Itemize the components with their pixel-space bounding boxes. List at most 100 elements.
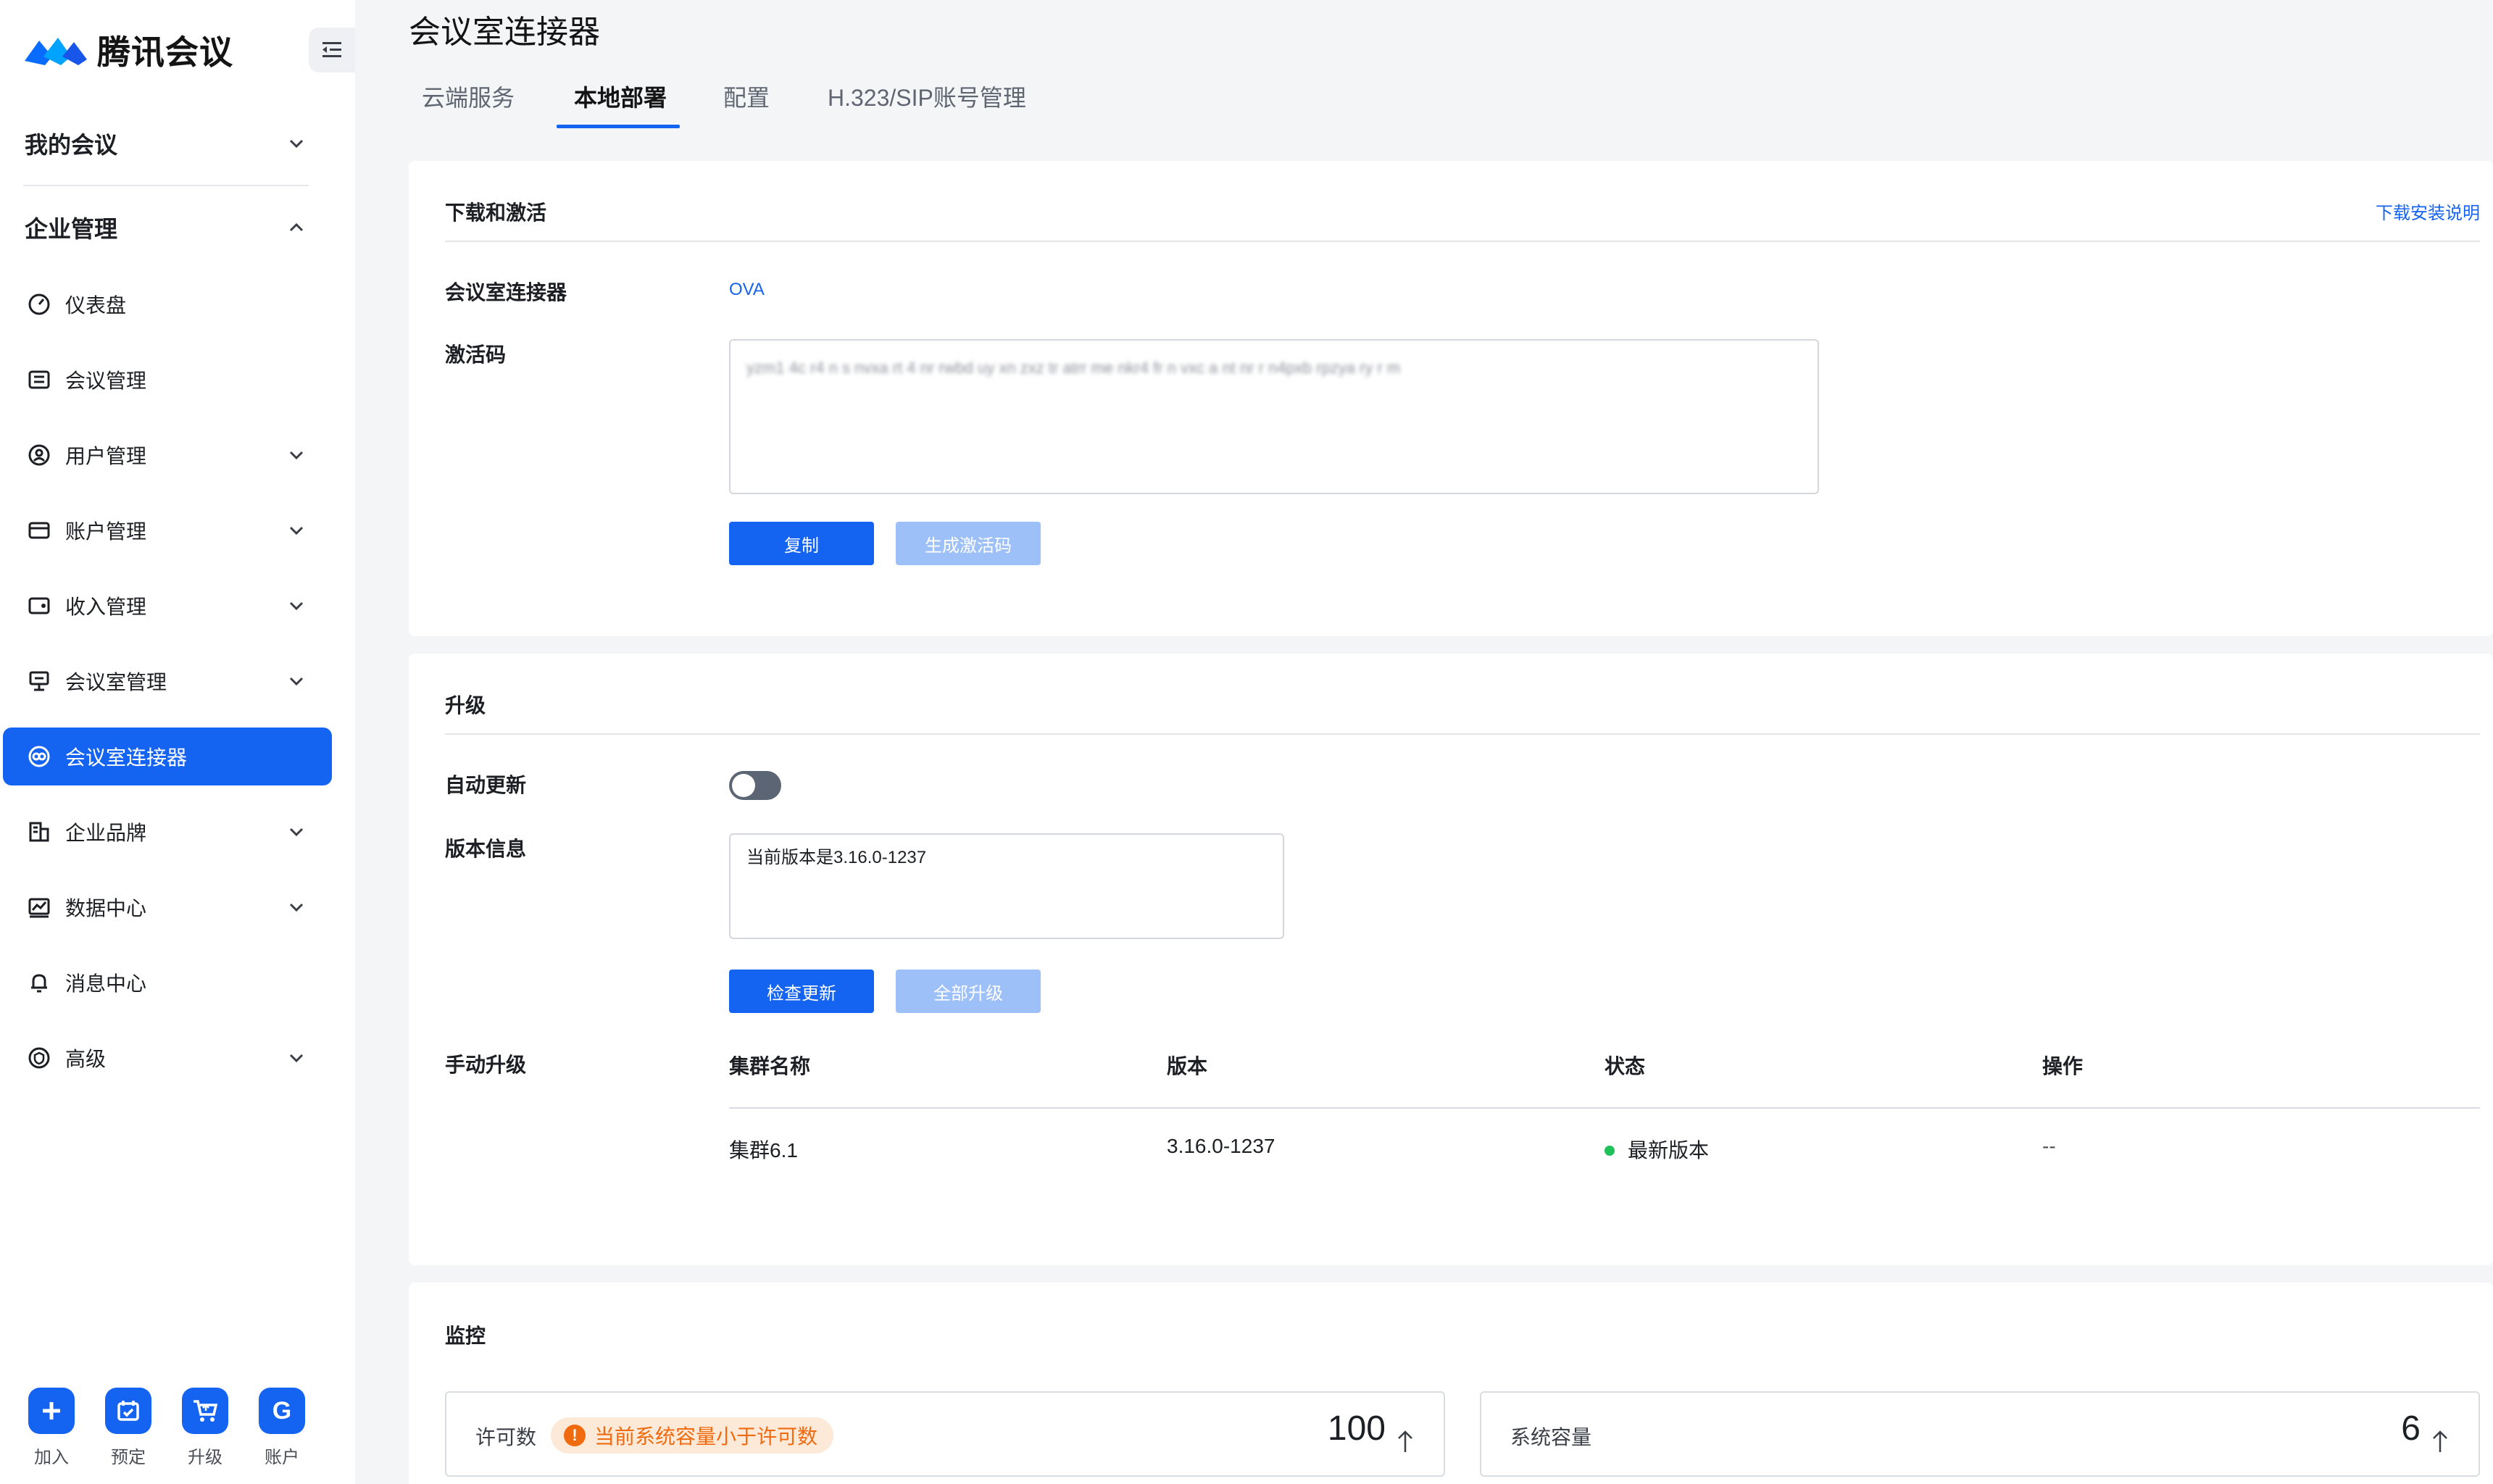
version-info-box: 当前版本是3.16.0-1237: [729, 833, 1284, 939]
sidebar-item-user-management[interactable]: 用户管理: [0, 426, 332, 484]
dashboard-icon: [28, 293, 50, 315]
schedule-button[interactable]: 预定: [88, 1388, 168, 1475]
chart-icon: [28, 898, 50, 918]
sidebar-item-label: 企业品牌: [65, 822, 147, 844]
connector-label: 会议室连接器: [445, 281, 567, 304]
activation-code-label: 激活码: [445, 343, 507, 366]
monitor-card: 监控 许可数 ! 当前系统容量小于许可数 100 系统容量 6: [409, 1283, 2493, 1484]
install-guide-link[interactable]: 下载安装说明: [2376, 199, 2480, 224]
manual-upgrade-label: 手动升级: [445, 1054, 527, 1076]
account-card-icon: [28, 522, 50, 539]
chevron-up-icon: [289, 222, 304, 232]
wallet-icon: [28, 597, 50, 614]
download-activate-card: 下载和激活 下载安装说明 会议室连接器 OVA 激活码 yzm1 4c r4 n…: [409, 161, 2493, 636]
sidebar-item-label: 高级: [65, 1048, 107, 1070]
meeting-room-icon: [29, 671, 49, 691]
system-capacity-panel: 系统容量 6: [1480, 1391, 2480, 1477]
sidebar-item-meeting-room-management[interactable]: 会议室管理: [0, 652, 332, 710]
copy-button[interactable]: 复制: [729, 522, 874, 565]
nav-group-enterprise[interactable]: 企业管理: [0, 199, 332, 257]
sidebar-item-meeting-management[interactable]: 会议管理: [0, 351, 332, 409]
system-capacity-value: 6: [2401, 1409, 2421, 1448]
col-action: 操作: [2042, 1055, 2084, 1077]
sidebar-item-enterprise-brand[interactable]: 企业品牌: [0, 803, 332, 861]
tab-cloud-service[interactable]: 云端服务: [422, 80, 515, 113]
tab-config[interactable]: 配置: [723, 80, 770, 113]
sidebar-item-room-connector[interactable]: 会议室连接器: [3, 728, 332, 785]
table-header-divider: [729, 1107, 2480, 1109]
cell-status: 最新版本: [1605, 1135, 1709, 1164]
meeting-list-icon: [28, 370, 50, 389]
tab-local-deployment[interactable]: 本地部署: [574, 80, 667, 113]
cell-action: --: [2042, 1135, 2056, 1157]
cell-status-text: 最新版本: [1628, 1139, 1710, 1162]
card-divider: [445, 241, 2480, 242]
sidebar-item-dashboard[interactable]: 仪表盘: [0, 275, 332, 333]
chevron-down-icon: [289, 139, 304, 149]
cart-icon: [182, 1388, 228, 1434]
capacity-warning-text: 当前系统容量小于许可数: [594, 1425, 818, 1448]
sidebar: 腾讯会议 我的会议 企业管理 仪表盘 会议管理 用户管理 账户管理 收入管理 会…: [0, 0, 355, 1484]
calendar-icon: [105, 1388, 151, 1434]
tencent-meeting-logo-icon: [25, 38, 87, 65]
nav-group-label: 企业管理: [25, 216, 118, 242]
activation-code-box[interactable]: yzm1 4c r4 n s nvxa rt 4 nr rwbd uy xn z…: [729, 339, 1819, 494]
sidebar-item-data-center[interactable]: 数据中心: [0, 878, 332, 936]
card-divider: [445, 733, 2480, 735]
account-button[interactable]: G 账户: [242, 1388, 322, 1475]
chevron-down-icon: [289, 526, 304, 535]
sidebar-item-label: 会议室管理: [65, 671, 167, 693]
auto-update-toggle[interactable]: [729, 771, 781, 800]
generate-code-button[interactable]: 生成激活码: [896, 522, 1041, 565]
toggle-knob: [732, 774, 755, 797]
collapse-sidebar-button[interactable]: [309, 28, 355, 72]
collapse-menu-icon: [322, 42, 341, 57]
chevron-down-icon: [289, 828, 304, 837]
arrow-up-icon: [2433, 1430, 2447, 1452]
check-update-button[interactable]: 检查更新: [729, 970, 874, 1013]
upgrade-plan-button[interactable]: 升级: [165, 1388, 245, 1475]
brand[interactable]: 腾讯会议: [23, 29, 233, 71]
cell-cluster-name: 集群6.1: [729, 1139, 798, 1162]
building-icon: [29, 822, 49, 842]
account-label: 账户: [265, 1448, 299, 1467]
nav-group-label: 我的会议: [25, 132, 118, 158]
quick-actions-bar: 加入 预定 升级 G 账户: [0, 1388, 355, 1475]
sidebar-item-revenue-management[interactable]: 收入管理: [0, 577, 332, 635]
version-info-label: 版本信息: [445, 838, 527, 860]
col-status: 状态: [1605, 1055, 1646, 1077]
status-success-dot: [1605, 1145, 1615, 1156]
sidebar-item-label: 收入管理: [65, 596, 147, 618]
join-button[interactable]: 加入: [12, 1388, 91, 1475]
license-count-label: 许可数: [475, 1426, 537, 1448]
sidebar-item-account-management[interactable]: 账户管理: [0, 501, 332, 559]
join-label: 加入: [34, 1448, 69, 1467]
chevron-down-icon: [289, 601, 304, 611]
col-cluster-name: 集群名称: [729, 1055, 811, 1077]
system-capacity-label: 系统容量: [1510, 1426, 1592, 1448]
chevron-down-icon: [289, 451, 304, 460]
upgrade-all-button[interactable]: 全部升级: [896, 970, 1041, 1013]
auto-update-label: 自动更新: [445, 774, 527, 796]
sidebar-item-message-center[interactable]: 消息中心: [0, 954, 332, 1012]
card-title: 下载和激活: [445, 201, 547, 224]
license-count-value: 100: [1327, 1409, 1386, 1448]
schedule-label: 预定: [111, 1448, 146, 1467]
tab-h323-sip-accounts[interactable]: H.323/SIP账号管理: [828, 80, 1026, 113]
sidebar-item-label: 会议室连接器: [65, 746, 188, 769]
capacity-warning-badge: ! 当前系统容量小于许可数: [551, 1417, 834, 1454]
user-icon: [28, 444, 50, 466]
sidebar-item-advanced[interactable]: 高级: [0, 1029, 332, 1087]
shield-icon: [28, 1047, 50, 1069]
sidebar-item-label: 消息中心: [65, 972, 147, 995]
license-count-panel: 许可数 ! 当前系统容量小于许可数 100: [445, 1391, 1445, 1477]
sidebar-item-label: 用户管理: [65, 445, 147, 467]
sidebar-item-label: 数据中心: [65, 897, 147, 920]
cell-version: 3.16.0-1237: [1167, 1135, 1275, 1157]
card-title: 监控: [445, 1325, 486, 1347]
page-title: 会议室连接器: [409, 14, 600, 50]
avatar-initial: G: [272, 1396, 292, 1425]
bell-icon: [31, 974, 47, 993]
ova-download-link[interactable]: OVA: [729, 280, 765, 300]
nav-group-my-meetings[interactable]: 我的会议: [0, 114, 332, 172]
